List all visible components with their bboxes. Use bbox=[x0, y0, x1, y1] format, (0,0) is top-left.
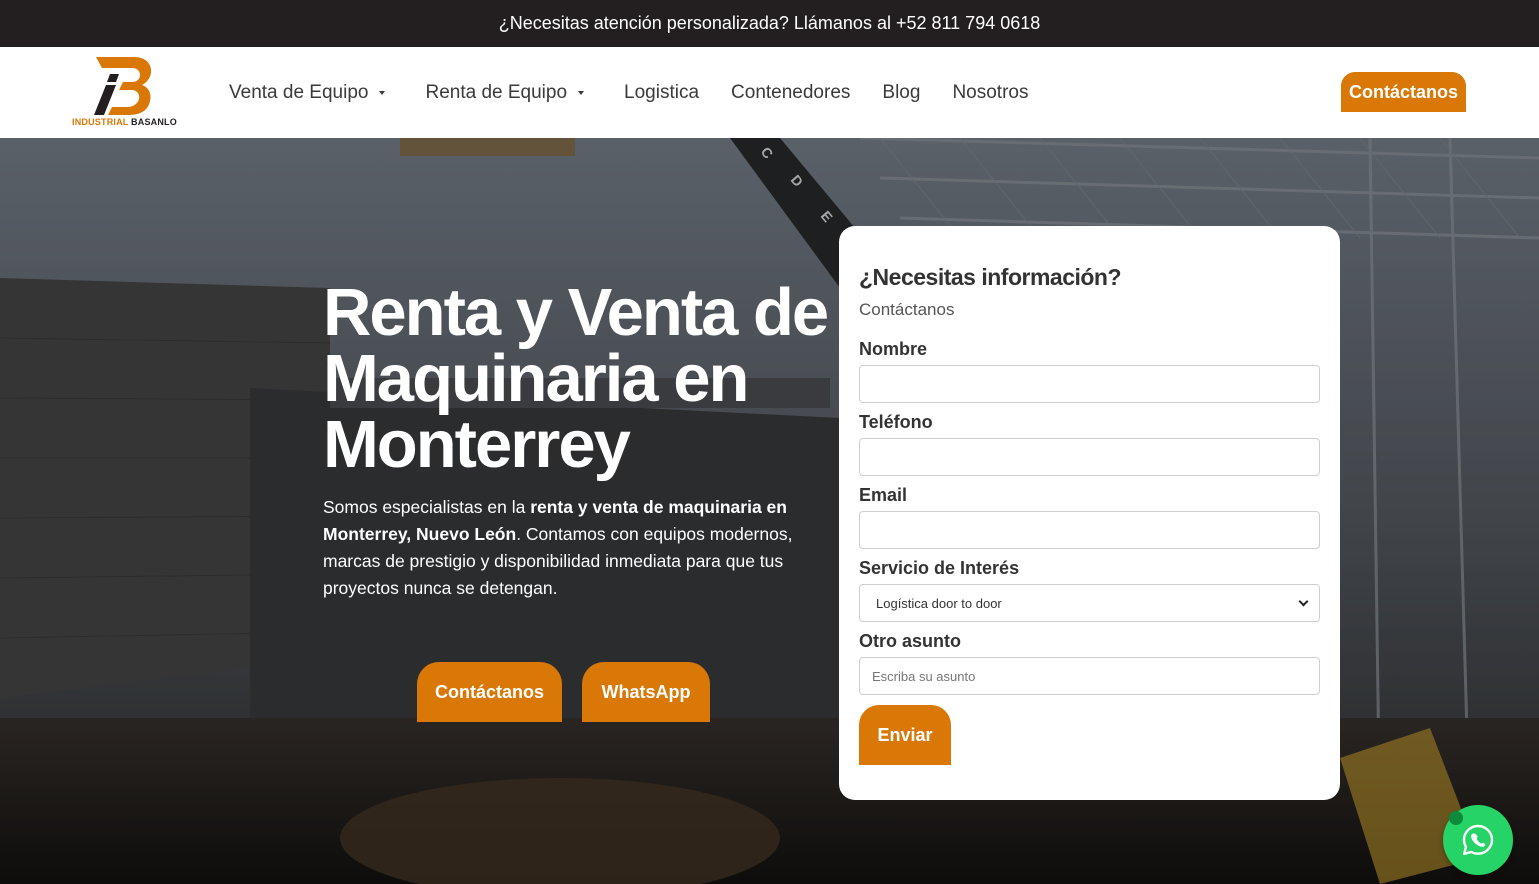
logo-mark-icon bbox=[94, 57, 152, 115]
header-contact-button[interactable]: Contáctanos bbox=[1341, 72, 1466, 112]
top-announcement-bar: ¿Necesitas atención personalizada? Lláma… bbox=[0, 0, 1539, 47]
service-select[interactable]: Logística door to door bbox=[859, 584, 1320, 622]
online-indicator-dot bbox=[1449, 811, 1463, 825]
email-label: Email bbox=[859, 485, 908, 505]
service-selected-value: Logística door to door bbox=[876, 595, 1002, 611]
other-subject-label: Otro asunto bbox=[859, 631, 961, 651]
form-title: ¿Necesitas información? bbox=[859, 264, 1122, 290]
email-input[interactable] bbox=[859, 511, 1320, 549]
phone-input[interactable] bbox=[859, 438, 1320, 476]
other-subject-input[interactable] bbox=[859, 657, 1320, 695]
nav-item-blog[interactable]: Blog bbox=[882, 82, 920, 104]
site-header: INDUSTRIAL BASANLO Venta de Equipo Renta… bbox=[0, 47, 1539, 138]
hero-contact-button[interactable]: Contáctanos bbox=[417, 662, 562, 722]
name-input[interactable] bbox=[859, 365, 1320, 403]
caret-down-icon bbox=[379, 90, 386, 95]
submit-button[interactable]: Enviar bbox=[859, 705, 951, 765]
chevron-down-icon bbox=[1298, 596, 1309, 606]
service-label: Servicio de Interés bbox=[859, 558, 1020, 578]
nav-item-logistica[interactable]: Logistica bbox=[624, 82, 699, 104]
nav-item-renta-de-equipo[interactable]: Renta de Equipo bbox=[425, 82, 585, 104]
form-subtitle: Contáctanos bbox=[859, 300, 955, 319]
nav-item-nosotros[interactable]: Nosotros bbox=[952, 82, 1028, 104]
brand-logo[interactable]: INDUSTRIAL BASANLO bbox=[72, 57, 177, 131]
hero-section: C D E Renta y Venta de Maquinaria en Mon… bbox=[0, 138, 1539, 884]
phone-label: Teléfono bbox=[859, 412, 933, 432]
hero-whatsapp-button[interactable]: WhatsApp bbox=[582, 662, 710, 722]
contact-form-card: ¿Necesitas información? Contáctanos Nomb… bbox=[839, 226, 1340, 800]
brand-name: INDUSTRIAL BASANLO bbox=[72, 117, 177, 127]
nav-item-venta-de-equipo[interactable]: Venta de Equipo bbox=[229, 82, 386, 104]
caret-down-icon bbox=[578, 90, 585, 95]
whatsapp-icon bbox=[1462, 824, 1494, 855]
name-label: Nombre bbox=[859, 339, 928, 359]
main-navigation: Venta de Equipo Renta de Equipo Logistic… bbox=[229, 47, 1060, 138]
whatsapp-float-button[interactable] bbox=[1443, 805, 1513, 875]
nav-item-contenedores[interactable]: Contenedores bbox=[731, 82, 850, 104]
announcement-text: ¿Necesitas atención personalizada? Lláma… bbox=[498, 13, 1041, 33]
hero-title: Renta y Venta de Maquinaria en Monterrey bbox=[323, 275, 829, 482]
hero-description: Somos especialistas en la renta y venta … bbox=[323, 497, 793, 598]
